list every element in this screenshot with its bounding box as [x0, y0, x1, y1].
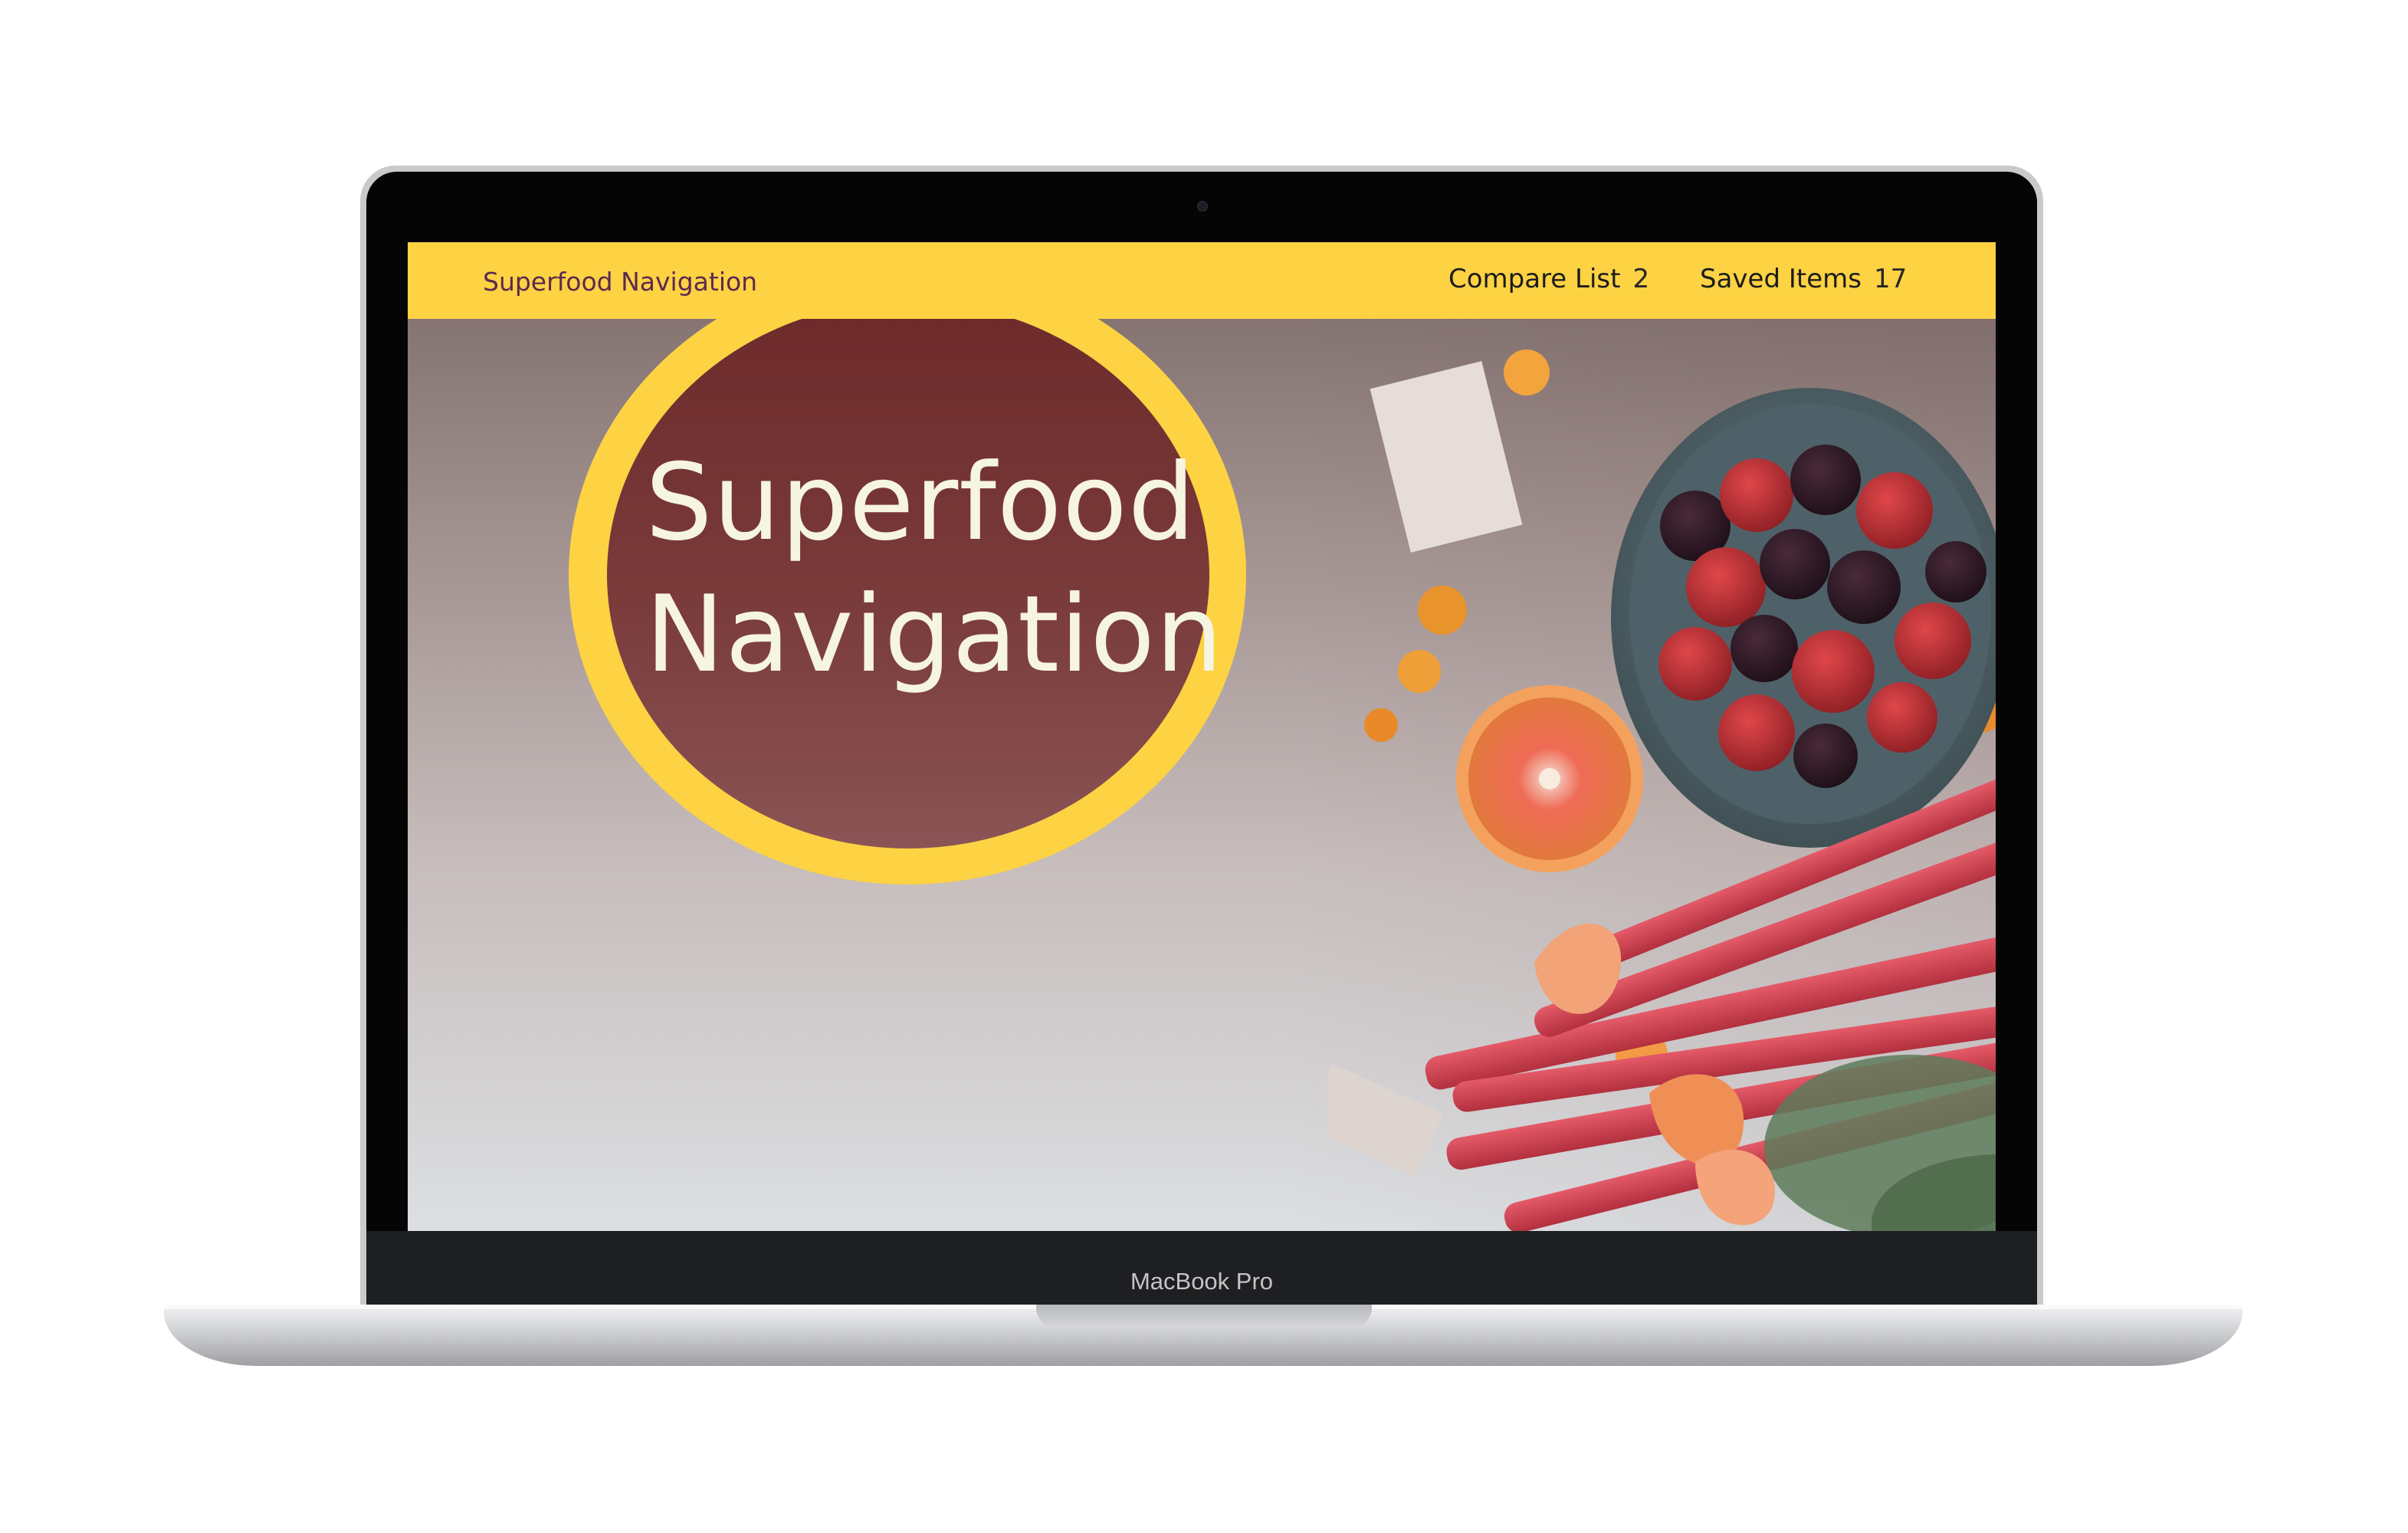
hero-title: Superfood Navigation	[645, 441, 1224, 696]
website-screen: Superfood Navigation Compare List 2 Save…	[408, 242, 1996, 1231]
saved-items-link[interactable]: Saved Items 17	[1700, 262, 1907, 296]
nav-brand-link[interactable]: Superfood Navigation	[483, 265, 757, 299]
compare-list-count: 2	[1632, 264, 1650, 294]
compare-list-link[interactable]: Compare List 2	[1448, 262, 1649, 296]
saved-items-label: Saved Items	[1700, 264, 1862, 294]
fruit-rhubarb-photo-icon	[1327, 350, 1996, 1231]
top-navbar: Superfood Navigation Compare List 2 Save…	[408, 242, 1996, 319]
device-label: MacBook Pro	[1130, 1268, 1274, 1295]
saved-items-count: 17	[1873, 264, 1908, 294]
camera-icon	[1197, 201, 1208, 212]
laptop-notch	[1036, 1305, 1372, 1328]
compare-list-label: Compare List	[1448, 264, 1621, 294]
